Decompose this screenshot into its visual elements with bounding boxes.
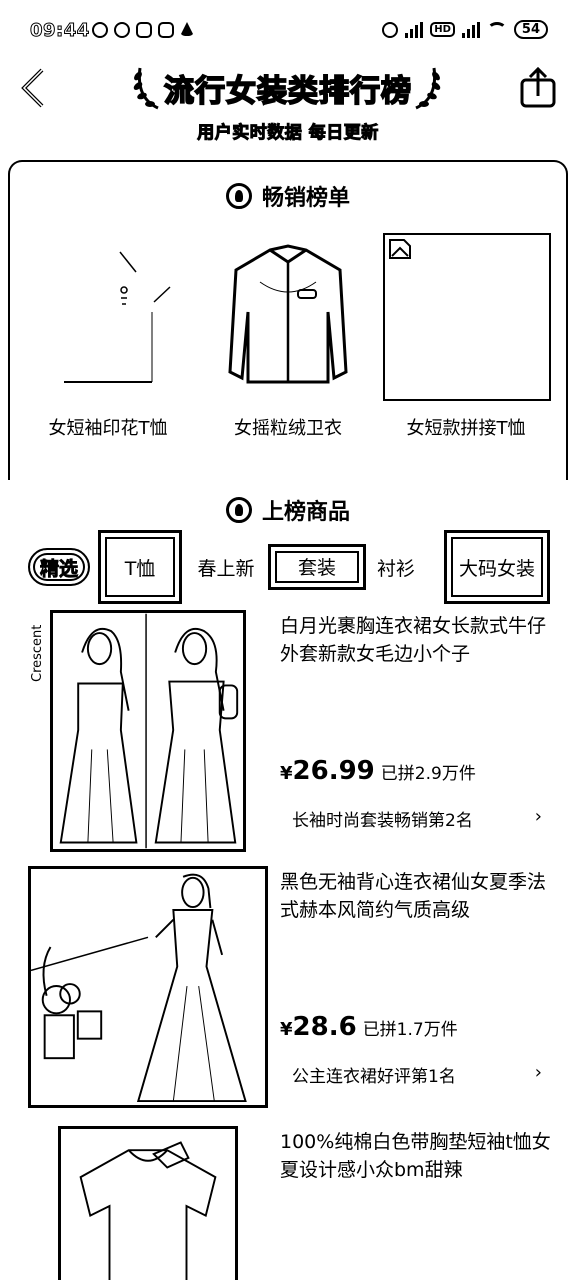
wifi-icon xyxy=(486,21,507,38)
tab-set[interactable]: 套装 xyxy=(268,544,366,590)
product-title: 黑色无袖背心连衣裙仙女夏季法式赫本风简约气质高级 xyxy=(280,871,547,921)
bestseller-item[interactable]: 女短款拼接T恤 xyxy=(378,232,554,452)
product-title: 白月光裹胸连衣裙女长款式牛仔外套新款女毛边小个子 xyxy=(280,615,547,665)
tab-tshirt[interactable]: T恤 xyxy=(98,530,182,604)
jacket-image xyxy=(228,244,348,384)
laurel-icon xyxy=(415,67,441,110)
sold-count: 已拼2.9万件 xyxy=(380,764,476,784)
bestseller-item-label: 女摇粒绒卫衣 xyxy=(234,418,342,439)
currency-symbol: ¥ xyxy=(280,1019,293,1040)
chevron-right-icon: › xyxy=(534,1062,542,1083)
currency-symbol: ¥ xyxy=(280,763,293,784)
share-icon[interactable] xyxy=(518,66,558,110)
status-time: 09:44 xyxy=(30,20,90,42)
bestseller-heading-text: 畅销榜单 xyxy=(261,186,350,211)
listed-heading: 上榜商品 xyxy=(0,494,576,526)
bestseller-item[interactable]: 女摇粒绒卫衣 xyxy=(200,232,376,452)
tab-plus-size[interactable]: 大码女装 xyxy=(444,530,550,604)
notification-icon xyxy=(92,22,108,38)
bestseller-heading: 畅销榜单 xyxy=(0,180,576,212)
product-image xyxy=(28,866,268,1108)
alarm-icon xyxy=(382,21,399,38)
notification-icon xyxy=(158,22,174,38)
image-placeholder xyxy=(383,233,551,401)
product-image xyxy=(50,610,246,852)
hd-badge: HD xyxy=(430,22,455,37)
crown-icon xyxy=(225,497,252,523)
signal-icon xyxy=(405,21,424,38)
page-subtitle: 用户实时数据 每日更新 xyxy=(197,123,379,144)
rank-link[interactable]: 长袖时尚套装畅销第2名 › xyxy=(292,806,542,831)
flame-icon xyxy=(225,183,252,209)
bestseller-item[interactable]: 女短袖印花T恤 xyxy=(20,232,196,452)
rank-text: 长袖时尚套装畅销第2名 xyxy=(292,811,473,831)
notification-icon xyxy=(180,22,194,36)
product-image xyxy=(58,1126,238,1280)
price-row: ¥ 26.99 已拼2.9万件 xyxy=(280,756,476,786)
sold-count: 已拼1.7万件 xyxy=(362,1020,458,1040)
bestseller-item-label: 女短袖印花T恤 xyxy=(48,418,168,439)
product-price: 28.6 xyxy=(292,1012,357,1042)
listed-heading-text: 上榜商品 xyxy=(261,500,350,525)
product-card[interactable]: 黑色无袖背心连衣裙仙女夏季法式赫本风简约气质高级 ¥ 28.6 已拼1.7万件 … xyxy=(0,866,576,1112)
tab-featured[interactable]: 精选 xyxy=(28,548,90,586)
watermark-text: Crescent xyxy=(30,624,45,682)
product-card[interactable]: Crescent 白月光裹胸连衣裙女长款式牛仔外套新款女毛边小个子 ¥ 26.9… xyxy=(0,610,576,856)
battery-indicator: 54 xyxy=(513,20,548,39)
page-title: 流行女装类排行榜 xyxy=(163,73,412,110)
product-title: 100%纯棉白色带胸垫短袖t恤女夏设计感小众bm甜辣 xyxy=(280,1131,551,1181)
rank-text: 公主连衣裙好评第1名 xyxy=(292,1067,456,1087)
rank-link[interactable]: 公主连衣裙好评第1名 › xyxy=(292,1062,542,1087)
bestseller-item-label: 女短款拼接T恤 xyxy=(406,418,526,439)
status-bar: 09:44 HD 54 xyxy=(0,0,576,62)
signal-icon xyxy=(461,21,480,38)
tshirt-image xyxy=(64,251,171,383)
system-icons: HD 54 xyxy=(382,20,548,39)
category-tabs: 精选 T恤 春上新 套装 衬衫 大码女装 xyxy=(0,530,576,606)
product-price: 26.99 xyxy=(292,756,375,786)
tab-shirt[interactable]: 衬衫 xyxy=(370,530,422,604)
price-row: ¥ 28.6 已拼1.7万件 xyxy=(280,1012,458,1042)
chevron-right-icon: › xyxy=(534,806,542,827)
tab-spring-new[interactable]: 春上新 xyxy=(188,530,264,604)
notification-icon xyxy=(136,22,152,38)
product-card[interactable]: 100%纯棉白色带胸垫短袖t恤女夏设计感小众bm甜辣 xyxy=(0,1126,576,1280)
notification-icons xyxy=(92,22,194,38)
notification-icon xyxy=(114,22,130,38)
